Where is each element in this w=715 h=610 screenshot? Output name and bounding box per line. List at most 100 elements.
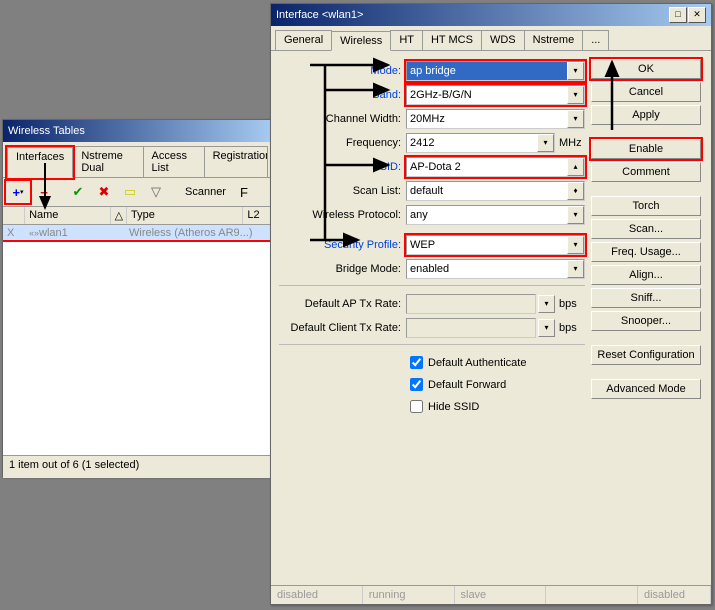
col-name[interactable]: Name xyxy=(25,207,111,224)
dropdown-icon[interactable]: ▾ xyxy=(537,134,554,152)
auth-checkbox[interactable] xyxy=(410,356,423,369)
col-l2[interactable]: L2 xyxy=(243,207,271,224)
dropdown-icon[interactable]: ▾ xyxy=(567,62,584,80)
advanced-button[interactable]: Advanced Mode xyxy=(591,379,701,399)
fwd-checkbox[interactable] xyxy=(410,378,423,391)
clrate-input[interactable] xyxy=(407,322,535,334)
close-button[interactable]: ✕ xyxy=(688,7,706,23)
mode-label: Mode: xyxy=(279,65,406,77)
interface-titlebar: Interface <wlan1> □ ✕ xyxy=(271,4,711,26)
proto-input[interactable] xyxy=(407,209,567,221)
band-label: Band: xyxy=(279,89,406,101)
band-field[interactable]: ▾ xyxy=(406,85,585,105)
align-button[interactable]: Align... xyxy=(591,265,701,285)
freq-input[interactable] xyxy=(407,137,537,149)
tab-htmcs[interactable]: HT MCS xyxy=(422,30,482,50)
tab-general[interactable]: General xyxy=(275,30,332,50)
list-header: Name △ Type L2 xyxy=(3,207,271,225)
dropdown-icon[interactable]: ▾ xyxy=(567,260,584,278)
comment-button[interactable]: Comment xyxy=(591,162,701,182)
sec-label: Security Profile: xyxy=(279,239,406,251)
ssid-input[interactable] xyxy=(407,161,567,173)
torch-button[interactable]: Torch xyxy=(591,196,701,216)
freq-label: Frequency: xyxy=(279,137,406,149)
status-bar: 1 item out of 6 (1 selected) xyxy=(3,455,271,478)
enable-icon-button[interactable]: ✔ xyxy=(66,181,90,203)
status-slave: slave xyxy=(455,586,547,604)
minimize-button[interactable]: □ xyxy=(669,7,687,23)
clrate-unit: bps xyxy=(559,322,585,334)
enable-button[interactable]: Enable xyxy=(591,139,701,159)
mode-field[interactable]: ▾ xyxy=(406,61,585,81)
interface-title: Interface <wlan1> xyxy=(276,9,363,21)
frequsage-button[interactable]: Freq. Usage... xyxy=(591,242,701,262)
dropdown-icon[interactable]: ▾ xyxy=(567,236,584,254)
more-button[interactable]: F xyxy=(237,181,251,203)
tab-nstreme-dual[interactable]: Nstreme Dual xyxy=(72,146,143,177)
remove-button[interactable]: − xyxy=(32,181,56,203)
tab-interfaces[interactable]: Interfaces xyxy=(7,147,73,178)
auth-row: Default Authenticate xyxy=(279,353,585,372)
dropdown-icon[interactable]: ▾ xyxy=(538,295,555,313)
tab-wireless[interactable]: Wireless xyxy=(331,31,391,51)
band-input[interactable] xyxy=(407,89,567,101)
sec-input[interactable] xyxy=(407,239,567,251)
tab-ht[interactable]: HT xyxy=(390,30,423,50)
proto-field[interactable]: ▾ xyxy=(406,205,585,225)
mode-input[interactable] xyxy=(407,65,567,77)
ssid-field[interactable]: ▴ xyxy=(406,157,585,177)
comment-icon-button[interactable]: ▭ xyxy=(118,181,142,203)
snooper-button[interactable]: Snooper... xyxy=(591,311,701,331)
wireless-tables-tabs: Interfaces Nstreme Dual Access List Regi… xyxy=(3,142,271,178)
bridge-input[interactable] xyxy=(407,263,567,275)
tab-nstreme[interactable]: Nstreme xyxy=(524,30,584,50)
tab-wds[interactable]: WDS xyxy=(481,30,525,50)
dropdown-icon[interactable]: ▴ xyxy=(567,158,584,176)
aprate-input[interactable] xyxy=(407,298,535,310)
interface-tabs: General Wireless HT HT MCS WDS Nstreme .… xyxy=(271,26,711,51)
status-running: running xyxy=(363,586,455,604)
status-disabled: disabled xyxy=(271,586,363,604)
apply-button[interactable]: Apply xyxy=(591,105,701,125)
dropdown-icon[interactable]: ▾ xyxy=(538,319,555,337)
auth-label: Default Authenticate xyxy=(428,357,526,369)
bridge-label: Bridge Mode: xyxy=(279,263,406,275)
bridge-field[interactable]: ▾ xyxy=(406,259,585,279)
list-row-wlan1[interactable]: X «»wlan1 Wireless (Atheros AR9...) xyxy=(3,225,271,240)
add-button[interactable]: +▾ xyxy=(6,181,30,203)
reset-button[interactable]: Reset Configuration xyxy=(591,345,701,365)
freq-field[interactable]: ▾ xyxy=(406,133,555,153)
wireless-tables-window: Wireless Tables Interfaces Nstreme Dual … xyxy=(2,119,272,477)
dropdown-icon[interactable]: ♦ xyxy=(567,182,584,200)
cwidth-field[interactable]: ▾ xyxy=(406,109,585,129)
cwidth-label: Channel Width: xyxy=(279,113,406,125)
cancel-button[interactable]: Cancel xyxy=(591,82,701,102)
scan-field[interactable]: ♦ xyxy=(406,181,585,201)
dropdown-icon[interactable]: ▾ xyxy=(567,86,584,104)
tab-more[interactable]: ... xyxy=(582,30,609,50)
hide-checkbox[interactable] xyxy=(410,400,423,413)
col-sort[interactable]: △ xyxy=(111,207,127,224)
sec-field[interactable]: ▾ xyxy=(406,235,585,255)
ok-button[interactable]: OK xyxy=(591,59,701,79)
dropdown-icon[interactable]: ▾ xyxy=(567,206,584,224)
row-flag: X xyxy=(3,225,25,241)
cwidth-input[interactable] xyxy=(407,113,567,125)
freq-unit: MHz xyxy=(559,137,585,149)
col-type[interactable]: Type xyxy=(127,207,243,224)
tab-registration[interactable]: Registration xyxy=(204,146,268,177)
aprate-field[interactable] xyxy=(406,294,536,314)
filter-icon-button[interactable]: ▽ xyxy=(144,181,168,203)
scan-button[interactable]: Scan... xyxy=(591,219,701,239)
wireless-tables-title: Wireless Tables xyxy=(8,125,85,137)
scan-input[interactable] xyxy=(407,185,567,197)
interface-window: Interface <wlan1> □ ✕ General Wireless H… xyxy=(270,3,712,605)
tab-access-list[interactable]: Access List xyxy=(143,146,205,177)
scanner-button[interactable]: Scanner xyxy=(176,181,235,203)
sniff-button[interactable]: Sniff... xyxy=(591,288,701,308)
aprate-label: Default AP Tx Rate: xyxy=(279,298,406,310)
clrate-field[interactable] xyxy=(406,318,536,338)
dropdown-icon[interactable]: ▾ xyxy=(567,110,584,128)
disable-icon-button[interactable]: ✖ xyxy=(92,181,116,203)
col-flag[interactable] xyxy=(3,207,25,224)
